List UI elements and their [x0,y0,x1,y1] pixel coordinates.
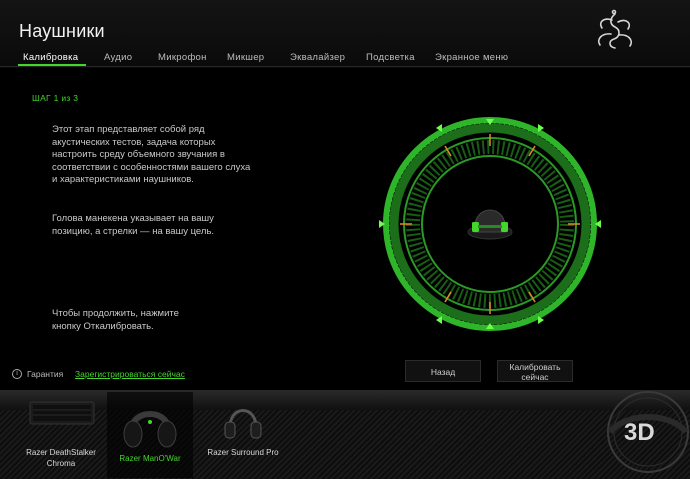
headset-icon [123,411,177,448]
step-indicator: ШАГ 1 из 3 [32,93,79,103]
tab-mixer[interactable]: Микшер [227,52,264,63]
tab-osd[interactable]: Экранное меню [435,52,508,63]
page-title: Наушники [19,21,105,41]
mannequin-head-icon [467,209,513,240]
warranty-label: Гарантия [27,369,64,379]
calibration-dial [379,117,601,331]
device-name: Razer DeathStalker Chroma [26,448,96,468]
calibration-description: Этот этап представляет собой ряд акустич… [52,124,251,185]
info-icon: i [12,369,22,379]
watermark-logo: 3D [607,391,689,473]
tab-lighting[interactable]: Подсветка [366,52,415,63]
calibrate-now-button[interactable]: Калибровать сейчас [497,360,573,382]
back-button[interactable]: Назад [405,360,481,382]
device-manowar[interactable]: Razer ManO'War [107,392,193,478]
register-now-link[interactable]: Зарегистрироваться сейчас [75,369,185,379]
device-name: Razer Surround Pro [207,448,279,457]
device-surround-pro[interactable]: Razer Surround Pro [200,392,286,478]
tab-bar: Калибровка Аудио Микрофон Микшер Эквалай… [0,49,690,67]
calibration-continue-text: Чтобы продолжить, нажмите кнопку Откалиб… [52,308,179,332]
razer-logo-icon [597,9,633,49]
keyboard-icon [29,401,95,425]
device-name: Razer ManO'War [119,454,181,463]
tab-microphone[interactable]: Микрофон [158,52,207,63]
tab-equalizer[interactable]: Эквалайзер [290,52,345,63]
svg-text:3D: 3D [624,419,655,446]
device-deathstalker[interactable]: Razer DeathStalker Chroma [18,392,104,478]
calibration-hint: Голова манекена указывает на вашу позици… [52,213,215,237]
tab-audio[interactable]: Аудио [104,52,132,63]
headphones-icon [224,409,262,439]
tab-calibration[interactable]: Калибровка [23,52,78,63]
tab-divider [0,66,690,67]
